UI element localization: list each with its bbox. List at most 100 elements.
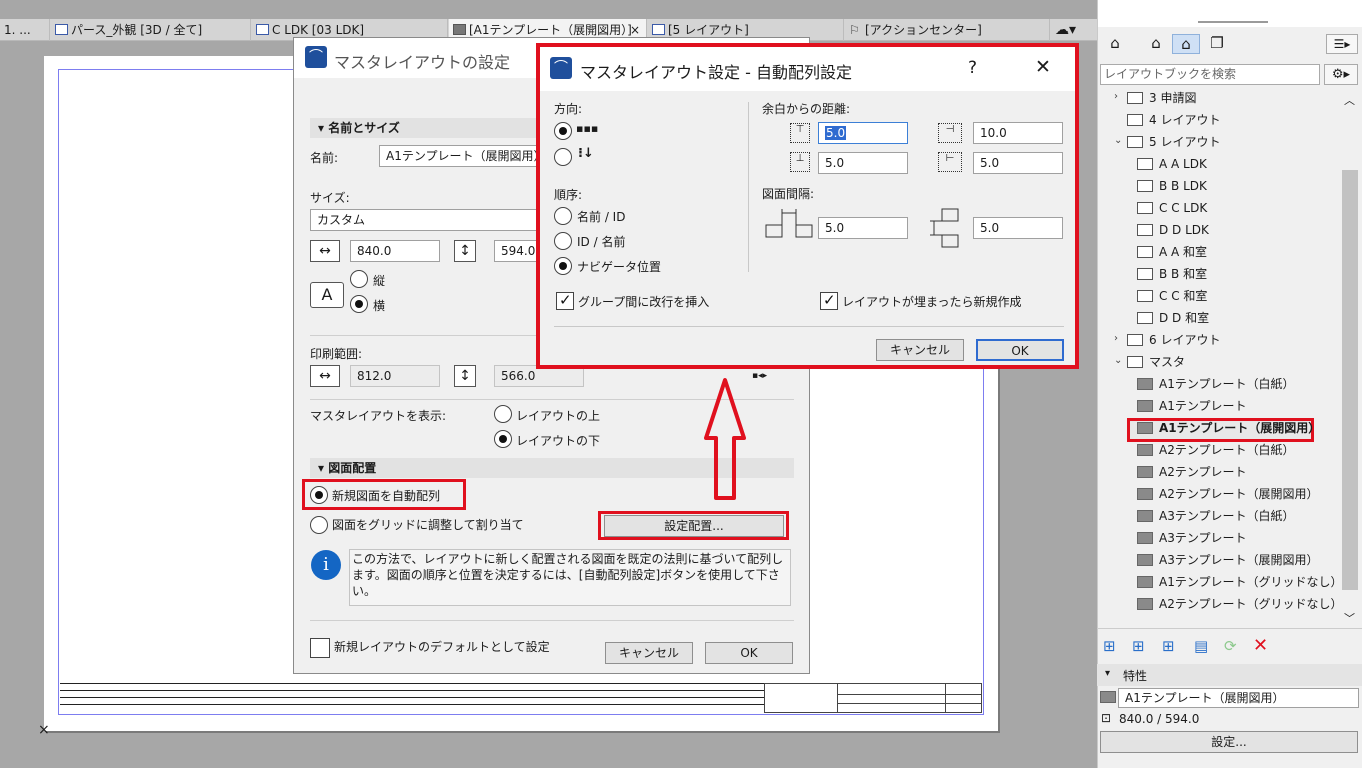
scroll-up-icon[interactable]: ︿	[1344, 92, 1355, 108]
direction-horizontal-radio[interactable]	[554, 122, 572, 140]
delete-icon[interactable]: ✕	[1253, 635, 1268, 656]
new-folder-icon[interactable]: ⊞	[1103, 637, 1116, 655]
order-navigator-radio[interactable]	[554, 257, 572, 275]
drawing-icon	[1137, 158, 1153, 170]
gap-vertical-field[interactable]: 5.0	[973, 217, 1063, 239]
tree-item[interactable]: B B 和室	[1137, 263, 1207, 285]
tab-3d[interactable]: パース_外観 [3D / 全て]	[51, 19, 251, 41]
properties-header[interactable]: ▾ 特性	[1097, 664, 1362, 686]
view-map-icon[interactable]: ⌂	[1145, 34, 1167, 54]
tab-overflow-button[interactable]: ☁▾	[1051, 19, 1097, 41]
grid-fit-label: 図面をグリッドに調整して割り当て	[332, 518, 524, 532]
show-below-radio[interactable]	[494, 430, 512, 448]
tree-item[interactable]: A3テンプレート（白紙）	[1137, 505, 1295, 527]
settings-button[interactable]: 設定...	[1100, 731, 1358, 753]
order-id-name-radio[interactable]	[554, 232, 572, 250]
portrait-radio[interactable]	[350, 270, 368, 288]
cloud-icon: ☁▾	[1055, 22, 1077, 38]
tree-item[interactable]: A3テンプレート（展開図用）	[1137, 549, 1319, 571]
tree-item[interactable]: A2テンプレート（グリッドなし）	[1137, 593, 1343, 615]
grid-fit-radio[interactable]	[310, 516, 328, 534]
margin-bottom-field[interactable]: 5.0	[818, 152, 908, 174]
help-button[interactable]: ?	[968, 58, 977, 78]
tree-item[interactable]: D D 和室	[1137, 307, 1209, 329]
drag-handle[interactable]	[1198, 21, 1268, 23]
width-field[interactable]: 840.0	[350, 240, 440, 262]
tree-item-label: A1テンプレート（展開図用）	[1159, 421, 1321, 435]
width-icon: ↔	[310, 240, 340, 262]
action-center-icon: ⚐	[849, 23, 860, 37]
order-name-id-radio[interactable]	[554, 207, 572, 225]
new-layout-icon[interactable]: ⊞	[1162, 637, 1175, 655]
collapse-icon: ▾	[318, 461, 329, 475]
menu-icon[interactable]: ☰▸	[1326, 34, 1358, 54]
tree-item[interactable]: 4 レイアウト	[1127, 109, 1220, 131]
tree-item[interactable]: A2テンプレート	[1137, 461, 1246, 483]
new-layout-checkbox[interactable]	[820, 291, 838, 310]
tab-1[interactable]: 1. ...	[0, 19, 50, 41]
show-master-label: マスタレイアウトを表示:	[310, 409, 447, 423]
tree-item[interactable]: マスタ	[1127, 351, 1185, 373]
tree-item-label: A3テンプレート（白紙）	[1159, 509, 1295, 523]
cancel-button[interactable]: キャンセル	[605, 642, 693, 664]
layout-search-input[interactable]: レイアウトブックを検索	[1100, 64, 1320, 85]
tree-item[interactable]: C C 和室	[1137, 285, 1207, 307]
close-button[interactable]: ✕	[1035, 56, 1051, 78]
annotation-arrow	[704, 378, 746, 500]
tree-item[interactable]: A1テンプレート	[1137, 395, 1246, 417]
tree-item-label: A A 和室	[1159, 245, 1208, 259]
expand-caret-icon[interactable]: ⌄	[1114, 355, 1122, 366]
expand-caret-icon[interactable]: ›	[1114, 333, 1118, 344]
tree-item[interactable]: A A LDK	[1137, 153, 1207, 175]
anchor-icon[interactable]: ▪◂▸	[752, 371, 788, 383]
tree-item-label: A2テンプレート	[1159, 465, 1247, 479]
properties-icon[interactable]: ▤	[1194, 637, 1208, 655]
property-name-field[interactable]: A1テンプレート（展開図用）	[1118, 688, 1359, 708]
group-break-checkbox[interactable]	[556, 291, 574, 310]
margin-left-field[interactable]: 5.0	[973, 152, 1063, 174]
update-icon: ⟳	[1224, 637, 1237, 655]
master-icon	[1137, 488, 1153, 500]
gap-horizontal-field[interactable]: 5.0	[818, 217, 908, 239]
gap-vertical-icon	[930, 208, 959, 248]
landscape-radio[interactable]	[350, 295, 368, 313]
origin-marker-icon: ×	[38, 722, 50, 738]
tree-item[interactable]: 3 申請図	[1127, 87, 1196, 109]
scroll-down-icon[interactable]: ﹀	[1344, 610, 1355, 626]
gear-icon[interactable]: ⚙▸	[1324, 64, 1358, 85]
cancel-button[interactable]: キャンセル	[876, 339, 964, 361]
project-map-icon[interactable]: ⌂	[1104, 34, 1126, 54]
tree-item[interactable]: B B LDK	[1137, 175, 1207, 197]
tree-item[interactable]: A3テンプレート	[1137, 527, 1246, 549]
default-layout-checkbox[interactable]	[310, 638, 330, 658]
auto-arrange-dialog: ⌒ マスタレイアウト設定 - 自動配列設定 ? ✕ 方向: ▪▪▪ ⁝↓ 順序:…	[536, 43, 1079, 369]
new-master-icon[interactable]: ⊞	[1132, 637, 1145, 655]
tree-item[interactable]: A2テンプレート（展開図用）	[1137, 483, 1319, 505]
ok-button[interactable]: OK	[705, 642, 793, 664]
master-icon	[1137, 378, 1153, 390]
master-icon	[1137, 576, 1153, 588]
tree-item[interactable]: A1テンプレート（白紙）	[1137, 373, 1295, 395]
tree-item[interactable]: A1テンプレート（グリッドなし）	[1137, 571, 1343, 593]
margin-right-field[interactable]: 10.0	[973, 122, 1063, 144]
layout-book-icon[interactable]: ⌂	[1172, 34, 1200, 54]
margin-top-field[interactable]: 5.0	[818, 122, 908, 144]
tree-item[interactable]: C C LDK	[1137, 197, 1207, 219]
tree-item[interactable]: D D LDK	[1137, 219, 1209, 241]
scrollbar-thumb[interactable]	[1342, 170, 1358, 590]
expand-caret-icon[interactable]: ›	[1114, 91, 1118, 102]
tree-item[interactable]: A1テンプレート（展開図用）	[1137, 417, 1320, 439]
archicad-icon: ⌒	[550, 57, 572, 79]
ok-button[interactable]: OK	[976, 339, 1064, 361]
info-icon: i	[311, 550, 341, 580]
drawing-icon	[1137, 290, 1153, 302]
direction-vertical-radio[interactable]	[554, 148, 572, 166]
tree-item[interactable]: A A 和室	[1137, 241, 1207, 263]
publisher-icon[interactable]: ❐	[1206, 34, 1228, 54]
tree-item[interactable]: A2テンプレート（白紙）	[1137, 439, 1295, 461]
tree-item[interactable]: 6 レイアウト	[1127, 329, 1220, 351]
expand-caret-icon[interactable]: ⌄	[1114, 135, 1122, 146]
tree-item[interactable]: 5 レイアウト	[1127, 131, 1220, 153]
tab-action-center[interactable]: ⚐ [アクションセンター]	[845, 19, 1050, 41]
show-above-radio[interactable]	[494, 405, 512, 423]
